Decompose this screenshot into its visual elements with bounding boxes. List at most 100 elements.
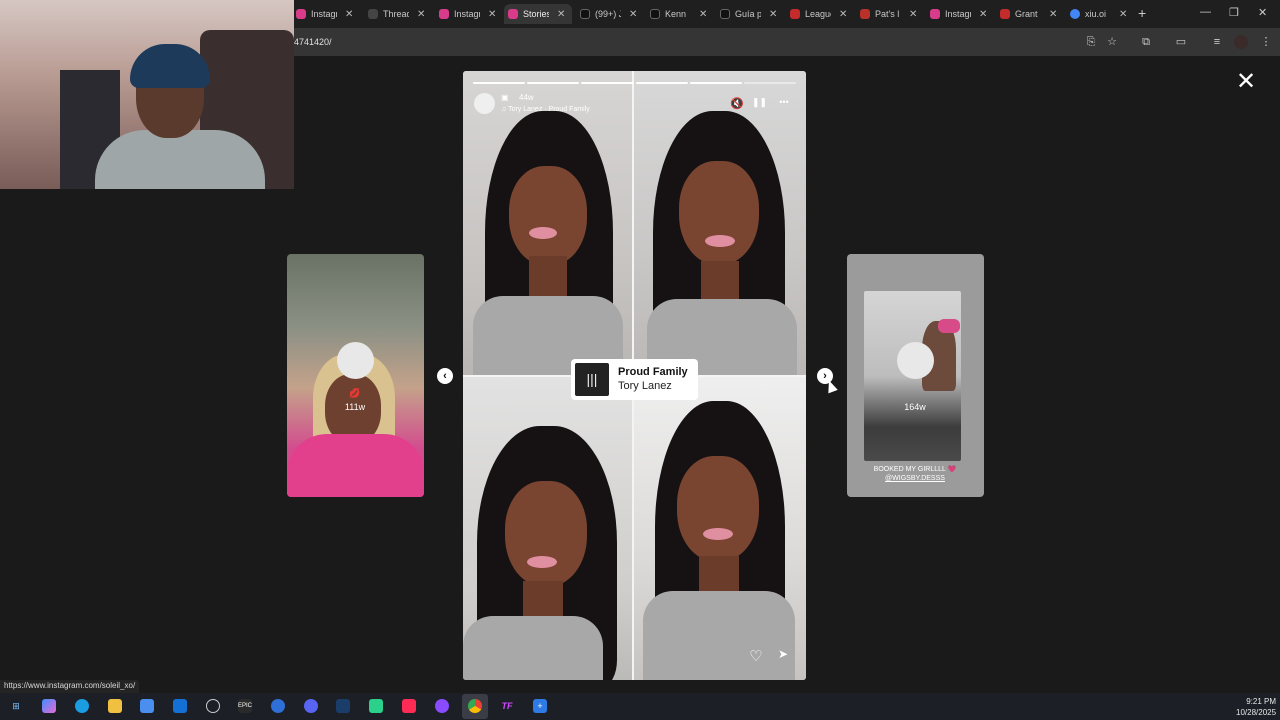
tiktok-taskbar-icon[interactable] — [402, 699, 416, 713]
plus-app-icon[interactable]: + — [533, 699, 547, 713]
game-icon[interactable] — [369, 699, 383, 713]
start-icon[interactable]: ⊞ — [9, 699, 23, 713]
close-stories-button[interactable]: ✕ — [1236, 70, 1256, 94]
previous-story-time: 111w — [344, 402, 366, 412]
instagram-icon — [930, 9, 940, 19]
tab-grant[interactable]: Grant ✕ — [996, 4, 1064, 24]
new-tab-button[interactable]: + — [1138, 5, 1146, 21]
status-bar-url: https://www.instagram.com/soleil_xo/ — [0, 680, 140, 693]
progress-segment — [689, 82, 742, 84]
menu-kebab-icon[interactable]: ⋮ — [1259, 35, 1273, 49]
progress-segment — [743, 82, 797, 84]
taskbar-clock[interactable]: 9:21 PM 10/28/2025 — [1236, 696, 1276, 718]
pause-icon[interactable]: ❚❚ — [752, 97, 767, 108]
obs-icon[interactable] — [206, 699, 220, 713]
more-options-icon[interactable]: ••• — [775, 97, 793, 107]
album-art: ||| — [575, 363, 609, 396]
kiss-emoji: 💋 — [349, 388, 361, 398]
story-music-line[interactable]: ♫ Tory Lanez · Proud Family — [501, 106, 590, 113]
app-icon[interactable] — [271, 699, 285, 713]
tab-pats[interactable]: Pat's l ✕ — [856, 4, 924, 24]
share-send-icon[interactable]: ➤ — [774, 647, 792, 661]
copilot-icon[interactable] — [42, 699, 56, 713]
tab-xiu[interactable]: xiu.oi ✕ — [1066, 4, 1134, 24]
close-tab-icon[interactable]: ✕ — [1049, 9, 1057, 20]
file-explorer-icon[interactable] — [108, 699, 122, 713]
tab-threads[interactable]: Threads ✕ — [364, 4, 432, 24]
tiktok-icon — [580, 9, 590, 19]
split-view-icon[interactable]: ▭ — [1174, 35, 1188, 49]
close-tab-icon[interactable]: ✕ — [909, 9, 917, 20]
tiktok-icon — [650, 9, 660, 19]
progress-segment — [581, 82, 634, 84]
webcam-overlay — [0, 0, 294, 189]
next-story-time: 164w — [904, 402, 926, 412]
progress-segment — [635, 82, 688, 84]
media-controls-icon[interactable]: ≡ — [1210, 35, 1224, 49]
extensions-icon[interactable]: ⧉ — [1139, 35, 1153, 49]
install-app-icon[interactable]: ⎘ — [1084, 35, 1098, 49]
previous-story-avatar[interactable] — [337, 342, 374, 379]
progress-segment — [527, 82, 580, 84]
instagram-icon — [508, 9, 518, 19]
like-heart-icon[interactable]: ♡ — [747, 647, 765, 665]
windows-taskbar — [0, 693, 1280, 720]
close-tab-icon[interactable]: ✕ — [769, 9, 777, 20]
profile-avatar[interactable] — [1234, 35, 1248, 49]
bookmark-star-icon[interactable]: ☆ — [1105, 35, 1119, 49]
story-time: 44w — [519, 93, 534, 102]
grant-icon — [1000, 9, 1010, 19]
store-icon[interactable] — [140, 699, 154, 713]
tab-instagram-1[interactable]: Instagram ✕ — [292, 4, 360, 24]
instagram-icon — [439, 9, 449, 19]
next-story-caption: BOOKED MY GIRLLLL 💗 @WIGSBY.DESSS — [873, 466, 957, 482]
google-icon — [1070, 9, 1080, 19]
tab-instagram-2[interactable]: Instagram ✕ — [435, 4, 503, 24]
steam-icon[interactable] — [336, 699, 350, 713]
close-tab-icon[interactable]: ✕ — [345, 9, 353, 20]
sticker-song-title: Proud Family — [618, 366, 688, 378]
chrome-icon[interactable] — [468, 699, 482, 713]
close-tab-icon[interactable]: ✕ — [488, 9, 496, 20]
close-tab-icon[interactable]: ✕ — [699, 9, 707, 20]
photo-quadrant — [633, 71, 806, 376]
mouse-cursor — [824, 378, 838, 394]
previous-story-arrow[interactable]: ‹ — [437, 368, 453, 384]
close-tab-icon[interactable]: ✕ — [839, 9, 847, 20]
photo-quadrant — [463, 376, 633, 680]
tab-tiktok-3[interactable]: Guía p ✕ — [716, 4, 782, 24]
tab-instagram-3[interactable]: Instagram ✕ — [926, 4, 994, 24]
story-author-avatar[interactable] — [474, 93, 495, 114]
restore-button[interactable]: ❐ — [1229, 6, 1239, 19]
close-tab-icon[interactable]: ✕ — [629, 9, 637, 20]
tab-tiktok-2[interactable]: Kenn ✕ — [646, 4, 708, 24]
threads-icon — [368, 9, 378, 19]
league-icon — [790, 9, 800, 19]
next-story-avatar[interactable] — [897, 342, 934, 379]
epic-games-icon[interactable]: EPIC — [238, 699, 252, 713]
close-window-button[interactable]: ✕ — [1258, 6, 1267, 19]
chart-icon — [860, 9, 870, 19]
tf-icon[interactable]: TF — [500, 699, 514, 713]
tab-league[interactable]: League ✕ — [786, 4, 854, 24]
discord-icon[interactable] — [304, 699, 318, 713]
minimize-button[interactable]: — — [1200, 6, 1211, 18]
instagram-icon — [296, 9, 306, 19]
tiktok-icon — [720, 9, 730, 19]
outlook-icon[interactable] — [173, 699, 187, 713]
music-sticker[interactable]: ||| Proud Family Tory Lanez — [571, 359, 698, 400]
close-tab-icon[interactable]: ✕ — [557, 9, 565, 20]
tab-stories[interactable]: Stories ✕ — [504, 4, 572, 24]
close-tab-icon[interactable]: ✕ — [417, 9, 425, 20]
story-progress-bar — [473, 82, 797, 84]
mute-icon[interactable]: 🔇 — [730, 97, 744, 110]
close-tab-icon[interactable]: ✕ — [1119, 9, 1127, 20]
screen: Instagram ✕ Threads ✕ Instagram ✕ Storie… — [0, 0, 1280, 720]
url-field[interactable]: 4741420/ — [294, 37, 332, 47]
photo-quadrant — [463, 71, 633, 376]
podcast-icon[interactable] — [435, 699, 449, 713]
edge-icon[interactable] — [75, 699, 89, 713]
close-tab-icon[interactable]: ✕ — [979, 9, 987, 20]
progress-segment — [473, 82, 526, 84]
tab-tiktok-1[interactable]: (99+) Js ✕ — [576, 4, 638, 24]
